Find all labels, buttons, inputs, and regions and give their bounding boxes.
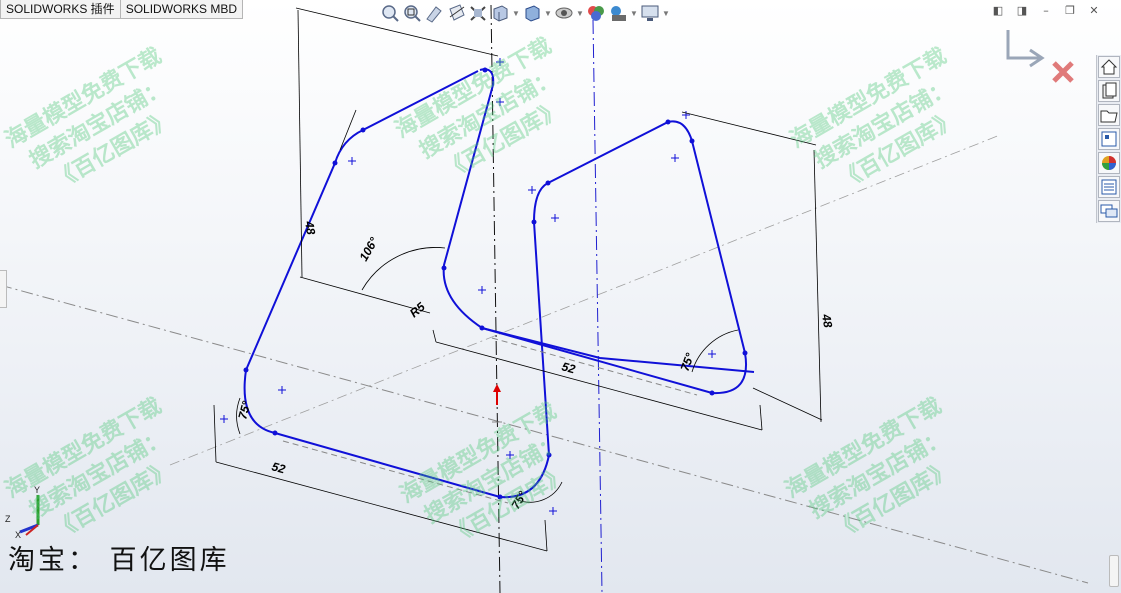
scroll-handle[interactable]: [1109, 555, 1119, 587]
command-manager-tabs: SOLIDWORKS 插件 SOLIDWORKS MBD: [0, 0, 244, 19]
tab-solidworks-addins[interactable]: SOLIDWORKS 插件: [0, 0, 121, 19]
task-pane: [1096, 55, 1121, 223]
sketch-profile-right[interactable]: [481, 120, 747, 395]
previous-view-icon[interactable]: [424, 3, 444, 23]
apply-scene-icon[interactable]: [608, 3, 628, 23]
triad-z-label: Z: [5, 514, 11, 524]
close-icon[interactable]: ✕: [1087, 4, 1101, 18]
restore-icon[interactable]: ❐: [1063, 4, 1077, 18]
confirmation-corner[interactable]: [1006, 30, 1074, 83]
tab-solidworks-mbd[interactable]: SOLIDWORKS MBD: [120, 0, 244, 19]
view-palette-icon[interactable]: [1098, 128, 1120, 150]
zoom-to-fit-icon[interactable]: [380, 3, 400, 23]
section-view-icon[interactable]: [446, 3, 466, 23]
zoom-to-area-icon[interactable]: [402, 3, 422, 23]
feature-manager-grip[interactable]: [0, 270, 7, 308]
home-icon[interactable]: [1098, 56, 1120, 78]
dim-left-length: 52: [270, 459, 287, 476]
cancel-sketch-icon[interactable]: [1052, 61, 1074, 83]
window-controls: ◧ ◨ – ❐ ✕: [991, 4, 1101, 18]
edit-appearance-icon[interactable]: [586, 3, 606, 23]
dim-left-angle: 106°: [356, 235, 381, 264]
dim-left-height: 48: [302, 219, 318, 236]
dim-left-radius: R5: [407, 300, 428, 321]
forum-icon[interactable]: [1098, 200, 1120, 222]
hide-show-items-icon[interactable]: [554, 3, 574, 23]
chevron-down-icon-5[interactable]: ▼: [662, 9, 670, 18]
custom-properties-icon[interactable]: [1098, 176, 1120, 198]
design-library-icon[interactable]: [1098, 80, 1120, 102]
display-style-icon[interactable]: [522, 3, 542, 23]
dynamic-annotation-icon[interactable]: [468, 3, 488, 23]
chevron-down-icon-3[interactable]: ▼: [576, 9, 584, 18]
appearances-icon[interactable]: [1098, 152, 1120, 174]
tile-left-icon[interactable]: ◧: [991, 4, 1005, 18]
file-explorer-icon[interactable]: [1098, 104, 1120, 126]
confirm-sketch-icon[interactable]: [1006, 30, 1045, 68]
chevron-down-icon[interactable]: ▼: [512, 9, 520, 18]
dim-right-length: 52: [560, 359, 577, 376]
dim-right-angle: 75°: [678, 351, 697, 373]
vertical-centerline-right: [592, 19, 603, 593]
minimize-icon[interactable]: –: [1039, 4, 1053, 18]
tile-right-icon[interactable]: ◨: [1015, 4, 1029, 18]
dim-right-height: 48: [819, 312, 835, 329]
reference-plane-line-2: [169, 134, 1001, 466]
caption-text: 淘宝： 百亿图库: [8, 545, 230, 576]
chevron-down-icon-4[interactable]: ▼: [630, 9, 638, 18]
view-settings-icon[interactable]: [640, 3, 660, 23]
heads-up-view-toolbar: ▼ ▼ ▼ ▼ ▼: [380, 2, 670, 24]
chevron-down-icon-2[interactable]: ▼: [544, 9, 552, 18]
view-orientation-icon[interactable]: [490, 3, 510, 23]
